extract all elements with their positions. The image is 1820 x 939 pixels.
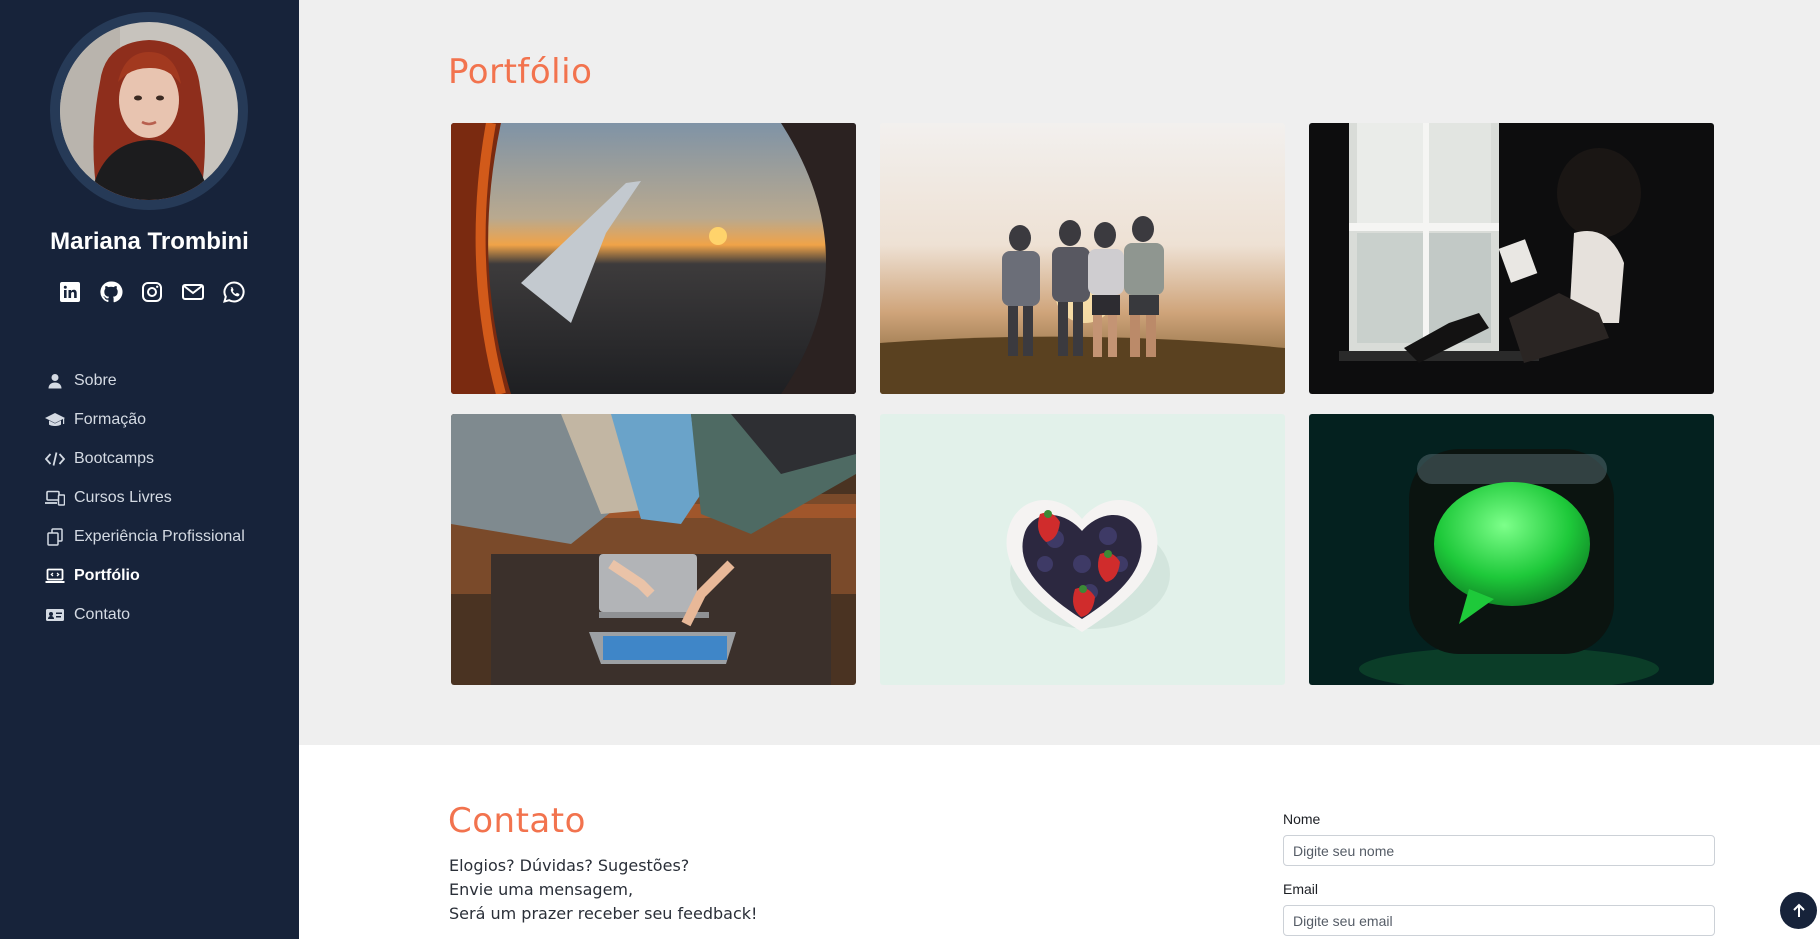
name-label: Nome: [1283, 811, 1321, 827]
portfolio-item-heart-bowl-berries[interactable]: [880, 414, 1285, 685]
contact-line: Envie uma mensagem,: [449, 880, 634, 899]
laptop-phone-icon: [45, 489, 65, 507]
sidebar-item-formacao[interactable]: Formação: [45, 400, 245, 439]
email-input[interactable]: [1283, 905, 1715, 936]
code-icon: [45, 450, 65, 468]
contact-line: Será um prazer receber seu feedback!: [449, 904, 758, 923]
sidebar-item-label: Portfólio: [74, 566, 140, 584]
instagram-icon[interactable]: [140, 280, 164, 304]
portfolio-item-green-message-bubble[interactable]: [1309, 414, 1714, 685]
laptop-code-icon: [45, 567, 65, 585]
user-icon: [45, 372, 65, 390]
sidebar-item-label: Experiência Profissional: [74, 527, 245, 545]
sidebar-item-portfolio[interactable]: Portfólio: [45, 556, 245, 595]
sidebar-nav: Sobre Formação Bootcamps Cursos Livres E…: [45, 361, 245, 634]
avatar-frame: [50, 12, 248, 210]
sidebar-item-label: Bootcamps: [74, 449, 155, 467]
sidebar: Mariana Trombini Sobre Formação Bootcamp: [0, 0, 299, 939]
sidebar-item-cursos-livres[interactable]: Cursos Livres: [45, 478, 245, 517]
contact-line: Elogios? Dúvidas? Sugestões?: [449, 856, 690, 875]
back-to-top-button[interactable]: [1780, 892, 1817, 929]
avatar: [60, 22, 238, 200]
sidebar-item-bootcamps[interactable]: Bootcamps: [45, 439, 245, 478]
sidebar-item-sobre[interactable]: Sobre: [45, 361, 245, 400]
sidebar-item-label: Formação: [74, 410, 147, 428]
linkedin-icon[interactable]: [58, 280, 82, 304]
mail-icon[interactable]: [181, 280, 205, 304]
arrow-up-icon: [1792, 903, 1805, 917]
social-links: [58, 280, 246, 304]
sidebar-item-label: Sobre: [74, 371, 117, 389]
portfolio-item-friends-sunset-hill[interactable]: [880, 123, 1285, 394]
whatsapp-icon[interactable]: [222, 280, 246, 304]
sidebar-item-label: Contato: [74, 605, 131, 623]
portfolio-title: Portfólio: [448, 52, 593, 92]
sidebar-item-contato[interactable]: Contato: [45, 595, 245, 634]
name-input[interactable]: [1283, 835, 1715, 866]
graduation-cap-icon: [45, 411, 65, 429]
portfolio-item-team-laptop-hands[interactable]: [451, 414, 856, 685]
email-label: Email: [1283, 881, 1319, 897]
contact-message: Elogios? Dúvidas? Sugestões? Envie uma m…: [449, 854, 757, 926]
sidebar-item-label: Cursos Livres: [74, 488, 172, 506]
portfolio-item-woman-reading-window[interactable]: [1309, 123, 1714, 394]
github-icon[interactable]: [99, 280, 123, 304]
id-card-icon: [45, 606, 65, 624]
profile-name: Mariana Trombini: [50, 228, 249, 255]
sidebar-item-experiencia[interactable]: Experiência Profissional: [45, 517, 245, 556]
contact-title: Contato: [448, 801, 586, 841]
documents-icon: [45, 527, 65, 546]
portfolio-item-sunset-airplane-window[interactable]: [451, 123, 856, 394]
